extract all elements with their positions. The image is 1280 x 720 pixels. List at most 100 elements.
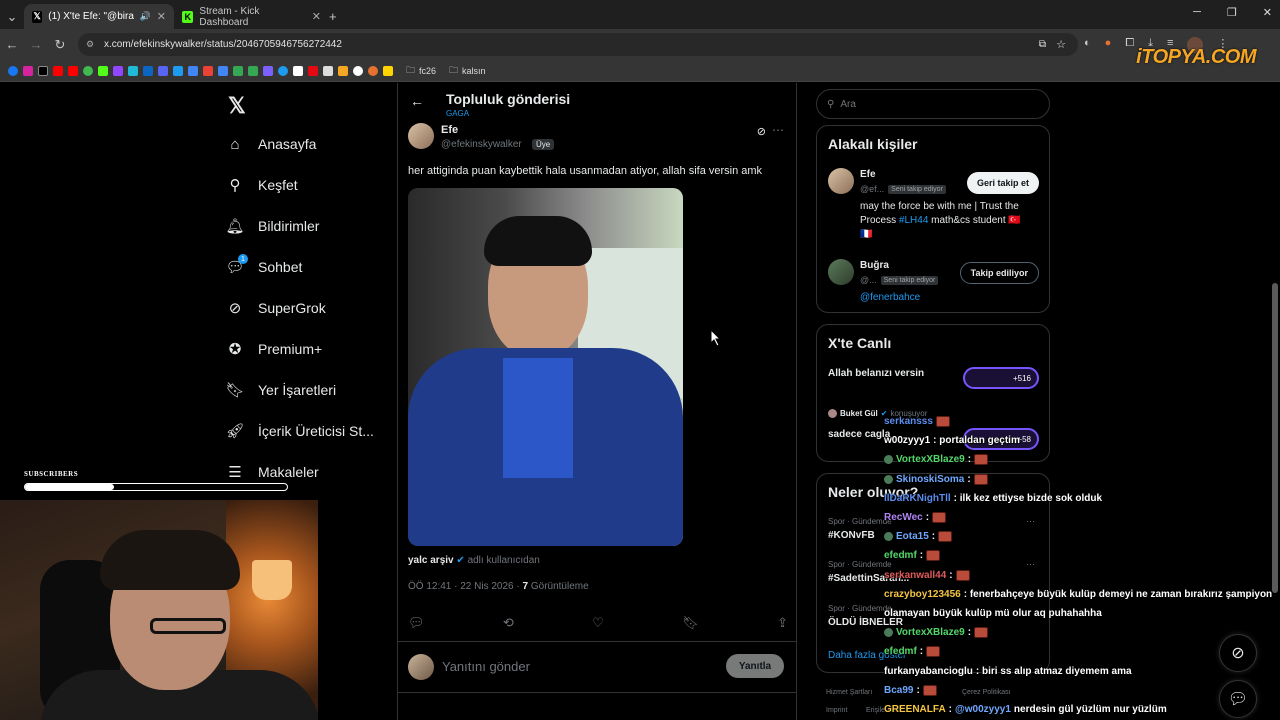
trend-name[interactable]: #KONvFB <box>828 530 875 541</box>
bookmark-x-icon[interactable] <box>38 65 48 76</box>
bookmark-icon[interactable] <box>188 65 198 76</box>
bookmark-youtube-icon[interactable] <box>53 65 63 76</box>
bookmark-icon[interactable] <box>293 65 303 76</box>
bookmark-icon[interactable] <box>158 65 168 76</box>
share-icon[interactable]: ⇪ <box>777 615 788 631</box>
bookmark-icon[interactable] <box>368 65 378 76</box>
folder-icon: 🗀 <box>449 64 459 75</box>
like-icon[interactable]: ♡ <box>592 615 604 631</box>
person-handle: @... Seni takip ediyor <box>860 275 939 285</box>
search-input[interactable]: ⚲ Ara <box>816 89 1050 119</box>
attribution-name[interactable]: yalc arşiv <box>408 555 454 566</box>
back-icon[interactable]: ← <box>0 37 24 52</box>
bookmark-folder-fc26[interactable]: 🗀 fc26 <box>406 63 436 79</box>
bookmark-kick-icon[interactable] <box>98 65 108 76</box>
bookmark-icon[interactable] <box>263 65 273 76</box>
hashtag-link[interactable]: #LH44 <box>899 215 928 226</box>
live-space-title[interactable]: sadece cagla <box>828 429 890 440</box>
footer-link[interactable]: Imprint <box>826 707 847 714</box>
live-space-title[interactable]: Allah belanızı versin <box>828 368 924 379</box>
stream-chat-overlay: serkansss w00zyyy1 : portaldan geçtim Vort… <box>884 416 1280 720</box>
person-bio: may the force be with me | Trust the Pro… <box>860 200 1040 242</box>
person-name[interactable]: Buğra <box>860 260 889 271</box>
bookmark-icon[interactable] <box>248 65 258 76</box>
grok-icon[interactable]: ⊘ <box>757 125 766 138</box>
person-name[interactable]: Efe <box>860 169 876 180</box>
bookmark-drop-icon[interactable] <box>83 65 93 76</box>
maximize-icon[interactable]: ❐ <box>1227 6 1237 19</box>
back-arrow-icon[interactable]: ← <box>410 93 424 109</box>
handle-text[interactable]: @ef... <box>860 184 884 194</box>
new-tab-button[interactable]: + <box>329 4 353 29</box>
author-name[interactable]: Efe <box>441 124 458 136</box>
footer-link[interactable]: Hizmet Şartları <box>826 689 872 696</box>
chat-message: efedmf : <box>884 646 941 658</box>
mention-link[interactable]: @fenerbahce <box>860 292 920 303</box>
reply-input[interactable]: Yanıtını gönder <box>442 659 530 674</box>
more-options-icon[interactable]: ⋯ <box>772 123 784 137</box>
page-title: Topluluk gönderisi <box>446 91 571 107</box>
reply-button[interactable]: Yanıtla <box>726 654 784 678</box>
sidebar-item-supergrok[interactable]: ⊘ SuperGrok <box>226 299 326 317</box>
chat-message: llDaRKNighTll : ilk kez ettiyse bizde so… <box>884 493 1102 504</box>
post-video[interactable] <box>408 188 683 546</box>
x-logo-icon[interactable]: 𝕏 <box>228 93 246 119</box>
bookmark-icon[interactable] <box>338 65 348 76</box>
reload-icon[interactable]: ↻ <box>48 37 72 53</box>
sidebar-item-bookmarks[interactable]: 🔖︎ Yer İşaretleri <box>225 381 336 399</box>
sidebar-item-home[interactable]: ⌂ Anasayfa <box>226 135 316 153</box>
handle-text[interactable]: @... <box>860 275 877 285</box>
bookmark-v-icon[interactable] <box>308 65 318 76</box>
forward-icon[interactable]: → <box>24 37 48 52</box>
bookmark-icon[interactable] <box>383 65 393 76</box>
bookmark-folder-kalsin[interactable]: 🗀 kalsın <box>449 63 486 79</box>
bookmark-facebook-icon[interactable] <box>8 65 18 76</box>
tab-kick-dashboard[interactable]: K Stream - Kick Dashboard ✕ <box>174 4 329 29</box>
chat-mention: @w00zyyy1 <box>955 704 1011 715</box>
bookmark-icon[interactable] <box>128 65 138 76</box>
bookmark-instagram-icon[interactable] <box>23 65 33 76</box>
sidebar-item-chat[interactable]: 💬︎ 1 Sohbet <box>225 254 302 276</box>
tab-x-post[interactable]: 𝕏 (1) X'te Efe: "@biradetbugr... 🔊 ✕ <box>24 4 174 29</box>
extensions-puzzle-icon[interactable]: ⧠ <box>1125 37 1134 53</box>
host-name[interactable]: Buket Gül <box>840 409 878 418</box>
close-tab-icon[interactable]: ✕ <box>157 10 166 23</box>
following-button[interactable]: Takip ediliyor <box>959 262 1039 284</box>
minimize-icon[interactable]: ─ <box>1193 6 1201 19</box>
sidebar-item-explore[interactable]: ⚲ Keşfet <box>226 176 298 194</box>
close-window-icon[interactable]: ✕ <box>1263 6 1272 19</box>
avatar[interactable] <box>828 259 854 285</box>
bookmark-icon[interactable]: 🔖︎ <box>682 615 699 631</box>
follow-back-button[interactable]: Geri takip et <box>966 172 1039 194</box>
bookmark-twitch-icon[interactable] <box>113 65 123 76</box>
speaker-icon[interactable]: 🔊 <box>140 11 151 22</box>
install-icon[interactable]: ⧉ <box>1039 39 1046 50</box>
repost-icon[interactable]: ⟲ <box>503 615 514 631</box>
live-listeners-pill[interactable]: +516 <box>963 367 1039 389</box>
community-name[interactable]: GAGA <box>446 109 469 118</box>
sidebar-item-notifications[interactable]: 🔔︎ Bildirimler <box>225 217 319 235</box>
sidebar-item-premium[interactable]: ✪ Premium+ <box>226 340 322 358</box>
reply-icon[interactable]: 💬︎ <box>408 615 425 631</box>
bookmark-gmail-icon[interactable] <box>203 65 213 76</box>
sidebar-item-creator-studio[interactable]: 🚀︎ İçerik Üreticisi St... <box>225 422 373 440</box>
bookmark-icon[interactable] <box>323 65 333 76</box>
site-info-icon[interactable]: ⚙ <box>86 39 94 50</box>
author-handle[interactable]: @efekinskywalker <box>441 139 522 150</box>
bookmark-icon[interactable] <box>278 65 288 76</box>
bookmark-docs-icon[interactable] <box>218 65 228 76</box>
extension-icon[interactable]: ◐ <box>1084 37 1091 53</box>
avatar[interactable] <box>408 123 434 149</box>
extension-icon[interactable]: ● <box>1105 37 1112 53</box>
bookmark-youtube-icon[interactable] <box>68 65 78 76</box>
avatar[interactable] <box>828 168 854 194</box>
bookmark-icon[interactable] <box>353 65 363 76</box>
close-tab-icon[interactable]: ✕ <box>312 10 321 23</box>
tab-search-button[interactable]: ⌄ <box>0 4 24 29</box>
bookmark-drive-icon[interactable] <box>233 65 243 76</box>
bookmark-star-icon[interactable]: ☆ <box>1056 38 1066 51</box>
bookmark-linkedin-icon[interactable] <box>143 65 153 76</box>
url-input[interactable]: ⚙ x.com/efekinskywalker/status/204670594… <box>78 33 1078 56</box>
timestamp[interactable]: ÖÖ 12:41 · 22 Nis 2026 · <box>408 581 520 592</box>
bookmark-icon[interactable] <box>173 65 183 76</box>
